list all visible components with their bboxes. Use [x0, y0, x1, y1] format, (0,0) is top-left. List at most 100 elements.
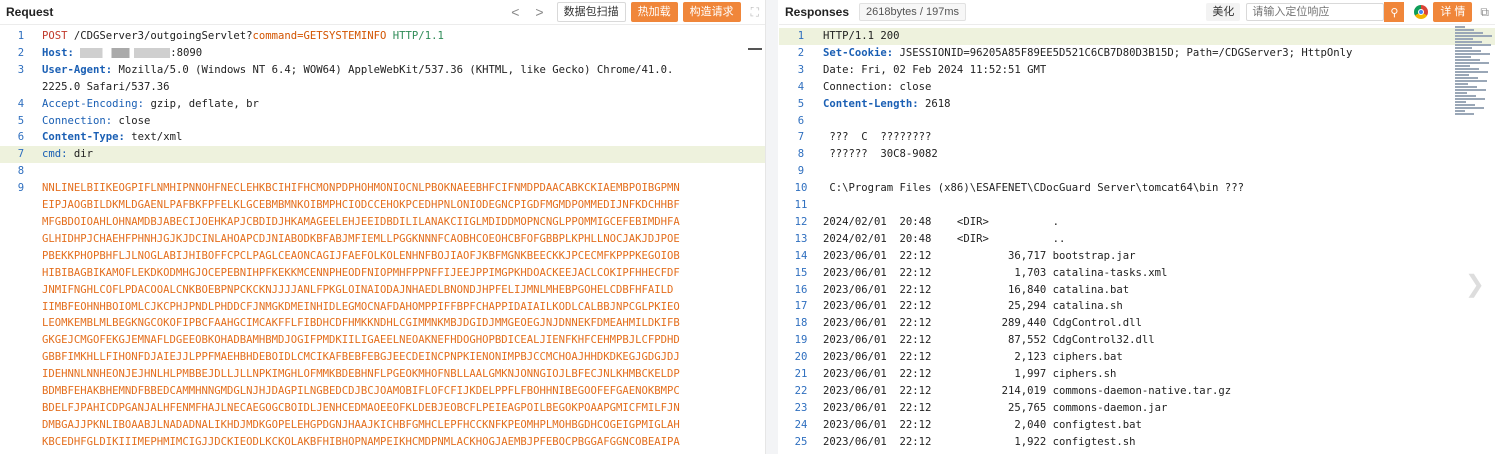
line-value: 2023/06/01 22:12 25,765 commons-daemon.j…	[823, 401, 1168, 414]
line-text: 2023/06/01 22:12 25,765 commons-daemon.j…	[823, 400, 1495, 417]
line-text: 2023/06/01 22:12 36,717 bootstrap.jar	[823, 248, 1495, 265]
line-text: Connection: close	[823, 79, 1495, 96]
code-line: NPLIBGDCCNMDNDNOIPOFCCPELCFPPGCNJHEIOIEP…	[0, 451, 765, 454]
line-text: POST /CDGServer3/outgoingServlet?command…	[42, 28, 765, 45]
request-editor[interactable]: 1 POST /CDGServer3/outgoingServlet?comman…	[0, 25, 765, 454]
line-number: 20	[794, 351, 808, 364]
line-number	[0, 315, 42, 332]
minimap-line	[1455, 65, 1470, 67]
line-number: 21	[794, 368, 808, 381]
minimap-line	[1455, 71, 1488, 73]
chrome-icon[interactable]	[1414, 5, 1429, 19]
line-text: 2024/02/01 20:48 <DIR> .	[823, 214, 1495, 231]
line-number: 5	[797, 97, 805, 110]
line-text: Date: Fri, 02 Feb 2024 11:52:51 GMT	[823, 62, 1495, 79]
header-value: text/xml	[124, 131, 183, 144]
code-line: 24 2023/06/01 22:12 2,040 configtest.bat	[779, 417, 1495, 434]
response-size-badge: 2618bytes / 197ms	[859, 3, 966, 21]
line-text: JNMIFNGHLCOFLPDACOOALCNKBOEBPNPCKCKNJJJJ…	[42, 282, 765, 299]
line-number	[0, 383, 42, 400]
hot-load-button[interactable]: 热加载	[630, 2, 678, 22]
line-text: 2225.0 Safari/537.36	[42, 79, 765, 96]
line-number	[0, 248, 42, 265]
code-line: JNMIFNGHLCOFLPDACOOALCNKBOEBPNPCKCKNJJJJ…	[0, 282, 765, 299]
packet-scan-button[interactable]: 数据包扫描	[556, 2, 626, 22]
scroll-marker	[748, 48, 762, 50]
line-text: Host: :8090	[42, 45, 765, 62]
minimap-line	[1455, 59, 1480, 61]
line-value: Date: Fri, 02 Feb 2024 11:52:51 GMT	[823, 63, 1047, 76]
line-text	[823, 197, 1495, 214]
line-number: 23	[794, 401, 808, 414]
body-text: LEOMKEMBLMLBEGKNGCOKOFIPBCFAAHGCIMCAKFFL…	[42, 317, 680, 330]
request-path: /CDGServer3/outgoingServlet?	[67, 30, 253, 42]
forward-button[interactable]: >	[535, 4, 543, 20]
minimap-line	[1455, 110, 1465, 112]
code-line: 9	[779, 163, 1495, 180]
line-text: 2023/06/01 22:12 87,552 CdgControl32.dll	[823, 332, 1495, 349]
construct-request-button[interactable]: 构造请求	[682, 2, 741, 22]
response-header: Responses 2618bytes / 197ms 美化 ⚲ 详 情 ⧉	[779, 0, 1495, 25]
line-number	[0, 434, 42, 451]
line-text: cmd: dir	[42, 146, 765, 163]
minimap-line	[1455, 35, 1492, 37]
detail-button[interactable]: 详 情	[1433, 2, 1473, 22]
minimap-line	[1455, 38, 1473, 40]
code-line: 12 2024/02/01 20:48 <DIR> .	[779, 214, 1495, 231]
response-pane: Responses 2618bytes / 197ms 美化 ⚲ 详 情 ⧉ 1…	[779, 0, 1495, 454]
line-text: KBCEDHFGLDIKIIIMEPHMIMCIGJJDCKIEODLKCKOL…	[42, 434, 765, 451]
code-line: 6	[779, 113, 1495, 130]
code-line: 2225.0 Safari/537.36	[0, 79, 765, 96]
prev-arrow-icon[interactable]: ❮	[12, 270, 32, 299]
line-value: 2023/06/01 22:12 25,294 catalina.sh	[823, 300, 1123, 313]
line-number	[0, 349, 42, 366]
header-key: cmd:	[42, 148, 68, 161]
code-line: 6 Content-Type: text/xml	[0, 129, 765, 146]
body-text: HIBIBAGBIKAMOFLEKDKODMHGJOCEPEBNIHPFKEKK…	[42, 266, 680, 279]
line-number: 6	[797, 114, 805, 127]
line-value: 2023/06/01 22:12 1,997 ciphers.sh	[823, 368, 1117, 381]
minimap-line	[1455, 101, 1466, 103]
search-icon[interactable]: ⚲	[1384, 2, 1405, 22]
body-text: IIMBFEOHNHBOIOMLCJKCPHJPNDLPHDDCFJNMGKDM…	[42, 300, 680, 313]
copy-icon[interactable]: ⧉	[1480, 5, 1489, 20]
beautify-button[interactable]: 美化	[1206, 3, 1241, 21]
line-value: 2023/06/01 22:12 16,840 catalina.bat	[823, 283, 1130, 296]
line-number: 2	[17, 46, 25, 59]
minimap-line	[1455, 98, 1485, 100]
line-number	[0, 332, 42, 349]
line-number: 9	[797, 165, 805, 178]
next-arrow-icon[interactable]: ❯	[1465, 270, 1485, 299]
body-text: GLHIDHPJCHAEHFPHNHJGJKJDCINLAHOAPCDJNIAB…	[42, 232, 680, 245]
body-text: BDELFJPAHICDPGANJALHFENMFHAJLNECAEGOGCBO…	[42, 401, 680, 414]
minimap-line	[1455, 50, 1481, 52]
code-line: GLHIDHPJCHAEHFPHNHJGJKJDCINLAHOAPCDJNIAB…	[0, 231, 765, 248]
line-text: 2023/06/01 22:12 214,019 commons-daemon-…	[823, 383, 1495, 400]
minimap-line	[1455, 83, 1468, 85]
expand-icon[interactable]: ⛶	[751, 5, 759, 20]
line-number: 14	[794, 249, 808, 262]
code-line: GBBFIMKHLLFIHONFDJAIEJJLPPFMAEHBHDEBOIDL…	[0, 349, 765, 366]
line-number: 3	[797, 63, 805, 76]
code-line: 11	[779, 197, 1495, 214]
line-number	[0, 231, 42, 248]
back-button[interactable]: <	[511, 4, 519, 20]
locate-response-input[interactable]	[1246, 3, 1385, 21]
line-text: 2023/06/01 22:12 25,294 catalina.sh	[823, 298, 1495, 315]
line-text: HIBIBAGBIKAMOFLEKDKODMHGJOCEPEBNIHPFKEKK…	[42, 265, 765, 282]
minimap-line	[1455, 68, 1479, 70]
code-line: GKGEJCMGOFEKGJEMNAFLDGEEOBKOHADBAMHBMDJO…	[0, 332, 765, 349]
line-value: 2024/02/01 20:48 <DIR> .	[823, 215, 1059, 228]
code-line: 15 2023/06/01 22:12 1,703 catalina-tasks.…	[779, 265, 1495, 282]
line-number	[0, 299, 42, 316]
minimap[interactable]	[1455, 26, 1493, 126]
line-number: 8	[797, 148, 805, 161]
body-text: DMBGAJJPKNLIBOAABJLNADADNALIKHDJMDKGOPEL…	[42, 418, 680, 431]
header-key: User-Agent:	[42, 63, 113, 76]
code-line: 2 Host: :8090	[0, 45, 765, 62]
line-text: NPLIBGDCCNMDNDNOIPOFCCPELCFPPGCNJHEIOIEP…	[42, 451, 765, 454]
response-editor[interactable]: 1 HTTP/1.1 200 2 Set-Cookie: JSESSIONID=962…	[779, 25, 1495, 454]
pane-divider[interactable]	[766, 0, 778, 454]
body-text: GBBFIMKHLLFIHONFDJAIEJJLPPFMAEHBHDEBOIDL…	[42, 351, 680, 364]
minimap-line	[1455, 56, 1471, 58]
